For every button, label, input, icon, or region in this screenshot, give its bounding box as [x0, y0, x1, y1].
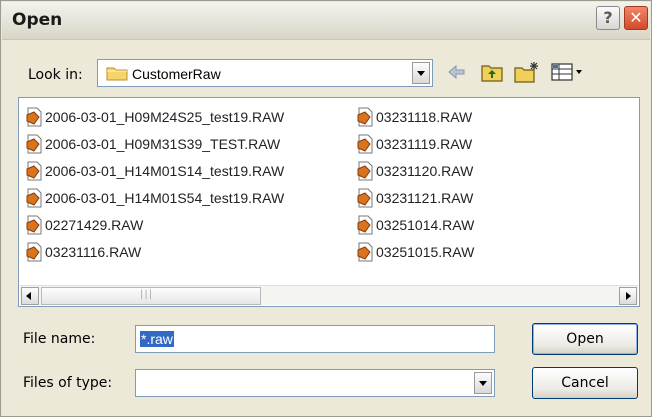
new-folder-icon[interactable]: [514, 61, 540, 83]
title-bar: Open ? ✕: [2, 2, 650, 40]
question-mark-icon: ?: [603, 8, 613, 27]
file-name: 03231120.RAW: [376, 163, 474, 179]
open-dialog: Open ? ✕ Look in: CustomerRaw 2006-03-01…: [0, 0, 652, 417]
raw-file-icon: [26, 107, 42, 127]
files-of-type-dropdown[interactable]: [135, 369, 495, 397]
raw-file-icon: [26, 242, 42, 262]
file-name: 03251015.RAW: [376, 244, 475, 260]
back-arrow-icon[interactable]: [445, 61, 467, 83]
file-name-label: File name:: [23, 331, 96, 347]
cancel-button[interactable]: Cancel: [532, 367, 638, 399]
chevron-down-icon[interactable]: [412, 62, 430, 84]
look-in-value: CustomerRaw: [132, 66, 221, 82]
dialog-title: Open: [12, 10, 63, 30]
file-name: 02271429.RAW: [45, 217, 144, 233]
files-of-type-label: Files of type:: [23, 375, 113, 391]
file-name: 2006-03-01_H14M01S14_test19.RAW: [45, 163, 285, 179]
views-menu-icon[interactable]: [550, 61, 586, 83]
raw-file-icon: [26, 134, 42, 154]
horizontal-scrollbar[interactable]: [20, 285, 638, 305]
raw-file-icon: [357, 107, 373, 127]
help-button[interactable]: ?: [596, 6, 620, 30]
raw-file-icon: [26, 188, 42, 208]
scroll-right-icon[interactable]: [619, 287, 637, 305]
raw-file-icon: [357, 188, 373, 208]
raw-file-icon: [357, 134, 373, 154]
file-name-input[interactable]: *.raw: [135, 325, 495, 353]
raw-file-icon: [357, 242, 373, 262]
look-in-dropdown[interactable]: CustomerRaw: [97, 59, 433, 87]
chevron-down-icon[interactable]: [474, 372, 492, 394]
close-button[interactable]: ✕: [624, 6, 648, 30]
file-name: 2006-03-01_H09M31S39_TEST.RAW: [45, 136, 281, 152]
raw-file-icon: [26, 161, 42, 181]
file-name-value: *.raw: [140, 331, 174, 347]
file-name: 03251014.RAW: [376, 217, 475, 233]
file-name: 2006-03-01_H09M24S25_test19.RAW: [45, 109, 285, 125]
look-in-label: Look in:: [28, 67, 83, 83]
file-name: 03231121.RAW: [376, 190, 474, 206]
open-button[interactable]: Open: [532, 323, 638, 355]
file-list[interactable]: 2006-03-01_H09M24S25_test19.RAW 2006-03-…: [18, 97, 640, 307]
folder-icon: [106, 67, 128, 81]
file-name: 03231118.RAW: [376, 109, 473, 125]
file-name: 03231116.RAW: [45, 244, 142, 260]
scroll-left-icon[interactable]: [21, 287, 39, 305]
scrollbar-thumb[interactable]: [41, 287, 261, 305]
up-folder-icon[interactable]: [481, 61, 503, 83]
raw-file-icon: [357, 215, 373, 235]
raw-file-icon: [357, 161, 373, 181]
file-name: 03231119.RAW: [376, 136, 473, 152]
file-name: 2006-03-01_H14M01S54_test19.RAW: [45, 190, 285, 206]
raw-file-icon: [26, 215, 42, 235]
close-icon: ✕: [629, 8, 643, 27]
